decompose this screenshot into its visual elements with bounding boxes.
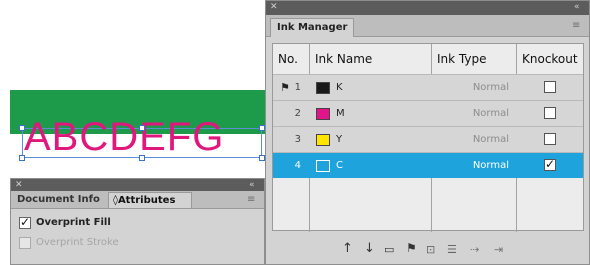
overprint-stroke-label: Overprint Stroke — [36, 237, 119, 248]
knockout-checkbox[interactable] — [544, 107, 556, 119]
ink-number: 3 — [294, 134, 301, 145]
arrow-up-icon[interactable]: ↑ — [342, 241, 353, 256]
attributes-panel: ✕ « Document Info ◊Attributes ≡ Overprin… — [10, 178, 265, 265]
ink-list-icon[interactable]: ☰ — [447, 243, 457, 256]
ink-row[interactable]: 2 M Normal — [273, 100, 583, 126]
column-header-knockout[interactable]: Knockout — [517, 44, 583, 74]
ink-row[interactable]: ⚑ 1 K Normal — [273, 74, 583, 100]
close-panel-icon[interactable]: ✕ — [15, 180, 23, 190]
tab-attributes[interactable]: ◊Attributes — [108, 192, 192, 208]
ink-row[interactable]: 3 Y Normal — [273, 126, 583, 152]
ink-swatch — [316, 134, 330, 146]
ink-swatch — [316, 82, 330, 94]
overprint-fill-checkbox[interactable] — [19, 215, 31, 229]
panel-menu-icon[interactable]: ≡ — [247, 194, 255, 205]
ink-manager-panel: ✕ « Ink Manager ≡ No. Ink Name Ink Type … — [265, 0, 590, 265]
knockout-checkbox[interactable] — [544, 157, 556, 171]
ink-number: 1 — [294, 82, 301, 93]
tab-ink-manager[interactable]: Ink Manager — [270, 18, 355, 37]
ink-type[interactable]: Normal — [441, 127, 509, 153]
close-panel-icon[interactable]: ✕ — [270, 2, 278, 12]
selection-handle-top-middle[interactable] — [139, 125, 145, 131]
ink-swatch — [316, 160, 330, 172]
selection-handle-top-left[interactable] — [19, 125, 25, 131]
selection-handle-bottom-middle[interactable] — [139, 155, 145, 161]
ink-type[interactable]: Normal — [441, 75, 509, 101]
ink-type[interactable]: Normal — [441, 101, 509, 127]
ink-name: K — [336, 82, 343, 93]
column-header-ink-name[interactable]: Ink Name — [310, 44, 431, 74]
ink-name: Y — [336, 134, 343, 145]
ink-row-selected[interactable]: 4 C Normal — [273, 152, 583, 178]
ink-manager-tabs: Ink Manager ≡ — [266, 15, 589, 37]
column-header-no[interactable]: No. — [273, 44, 310, 74]
knockout-checkbox[interactable] — [544, 133, 556, 145]
overprint-stroke-checkbox — [19, 237, 31, 249]
attributes-panel-tabs: Document Info ◊Attributes ≡ — [11, 191, 264, 209]
unlink-icon[interactable]: ⇢ — [470, 243, 479, 256]
collapse-panel-icon[interactable]: « — [249, 180, 255, 190]
ink-name: M — [336, 108, 345, 119]
ink-type[interactable]: Normal — [441, 153, 509, 179]
collapse-panel-icon[interactable]: « — [574, 2, 580, 12]
link-icon[interactable]: ⇥ — [494, 243, 503, 256]
column-header-ink-type[interactable]: Ink Type — [432, 44, 516, 74]
attributes-panel-titlebar[interactable]: ✕ « — [11, 179, 264, 191]
flag-icon[interactable]: ⚑ — [406, 241, 417, 255]
ink-swatch — [316, 108, 330, 120]
artwork-text[interactable]: ABCDEFG — [24, 117, 224, 157]
tab-document-info[interactable]: Document Info — [13, 192, 104, 208]
ink-type-icon[interactable]: ⊡ — [426, 243, 435, 256]
ink-number: 2 — [294, 108, 301, 119]
ink-table: No. Ink Name Ink Type Knockout ⚑ 1 K Nor… — [272, 43, 584, 232]
arrow-down-icon[interactable]: ↓ — [364, 241, 375, 256]
panel-menu-icon[interactable]: ≡ — [572, 20, 580, 31]
ink-name: C — [336, 160, 343, 171]
overprint-fill-label: Overprint Fill — [36, 217, 111, 228]
knockout-checkbox[interactable] — [544, 81, 556, 93]
ink-manager-titlebar[interactable]: ✕ « — [266, 1, 589, 15]
new-ink-icon[interactable]: ▭ — [384, 243, 394, 256]
ink-number: 4 — [294, 160, 301, 171]
selection-handle-bottom-left[interactable] — [19, 155, 25, 161]
